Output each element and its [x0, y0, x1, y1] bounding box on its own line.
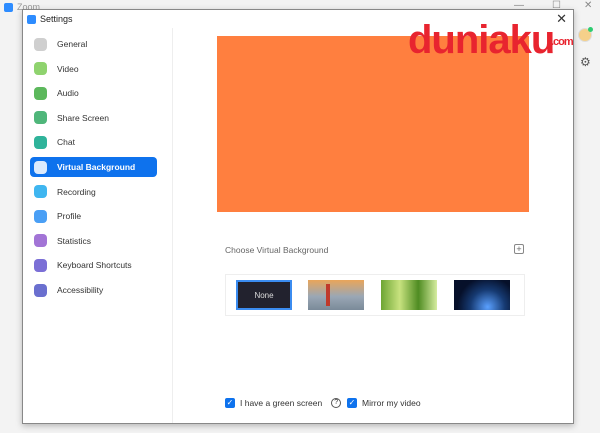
sidebar-item-label: General	[57, 39, 88, 49]
sidebar-item-label: Audio	[57, 88, 79, 99]
avatar[interactable]	[578, 27, 593, 42]
mirror-video-checkbox[interactable]: ✓ Mirror my video	[347, 398, 421, 408]
checkbox-checked-icon[interactable]: ✓	[347, 398, 357, 408]
keyboard-shortcuts-icon	[34, 258, 47, 272]
sidebar-item-label: Statistics	[57, 235, 92, 246]
audio-icon	[34, 86, 47, 100]
profile-icon	[34, 209, 47, 223]
sidebar-item-statistics[interactable]: Statistics	[30, 231, 157, 251]
settings-window: Settings ✕ General Video Audio Share Screen…	[22, 9, 574, 424]
sidebar-item-label: Chat	[57, 137, 75, 148]
background-golden-gate[interactable]	[308, 280, 364, 310]
background-earth[interactable]	[454, 280, 510, 310]
watermark-logo: duniaku .com	[408, 18, 574, 62]
sidebar-item-profile[interactable]: Profile	[30, 206, 157, 226]
help-icon[interactable]: ?	[331, 398, 342, 408]
gear-icon[interactable]: ⚙	[580, 55, 591, 69]
background-grass[interactable]	[381, 280, 437, 310]
chat-icon	[34, 135, 47, 149]
sidebar-item-label: Share Screen	[57, 112, 109, 123]
background-none[interactable]: None	[236, 280, 292, 310]
sidebar-item-virtual-background[interactable]: Virtual Background	[30, 157, 157, 177]
sidebar-item-label: Accessibility	[57, 285, 104, 295]
virtual-background-icon	[34, 160, 47, 174]
sidebar-item-video[interactable]: Video	[30, 59, 157, 79]
add-background-button[interactable]: +	[514, 244, 524, 254]
background-none-label: None	[254, 290, 274, 300]
sidebar-item-recording[interactable]: Recording	[30, 182, 157, 202]
choose-background-label: Choose Virtual Background	[225, 245, 329, 255]
sidebar-item-label: Video	[57, 63, 79, 74]
green-screen-checkbox[interactable]: ✓ I have a green screen?	[225, 398, 342, 408]
sidebar-item-label: Virtual Background	[57, 162, 136, 172]
share-screen-icon	[34, 111, 47, 125]
background-thumbnails: None	[225, 274, 525, 316]
sidebar-item-label: Profile	[57, 211, 82, 222]
accessibility-icon	[34, 283, 47, 297]
general-icon	[34, 37, 47, 51]
close-button[interactable]: ✕	[584, 0, 592, 11]
zoom-logo-icon	[27, 14, 36, 24]
statistics-icon	[34, 234, 47, 248]
settings-sidebar: General Video Audio Share Screen Chat Virtual…	[23, 28, 173, 423]
settings-title: Settings	[40, 14, 73, 24]
sidebar-item-accessibility[interactable]: Accessibility	[30, 280, 157, 300]
mirror-video-label: Mirror my video	[362, 398, 421, 408]
sidebar-item-share-screen[interactable]: Share Screen	[30, 108, 157, 128]
sidebar-item-chat[interactable]: Chat	[30, 132, 157, 152]
sidebar-item-label: Keyboard Shortcuts	[57, 260, 132, 271]
video-icon	[34, 62, 47, 76]
recording-icon	[34, 185, 47, 199]
zoom-logo-icon	[4, 2, 13, 12]
sidebar-item-label: Recording	[57, 186, 96, 197]
checkbox-checked-icon[interactable]: ✓	[225, 398, 235, 408]
sidebar-item-general[interactable]: General	[30, 34, 157, 54]
sidebar-item-audio[interactable]: Audio	[30, 83, 157, 103]
green-screen-label: I have a green screen	[240, 398, 323, 408]
video-preview	[217, 36, 529, 212]
sidebar-item-keyboard-shortcuts[interactable]: Keyboard Shortcuts	[30, 255, 157, 275]
